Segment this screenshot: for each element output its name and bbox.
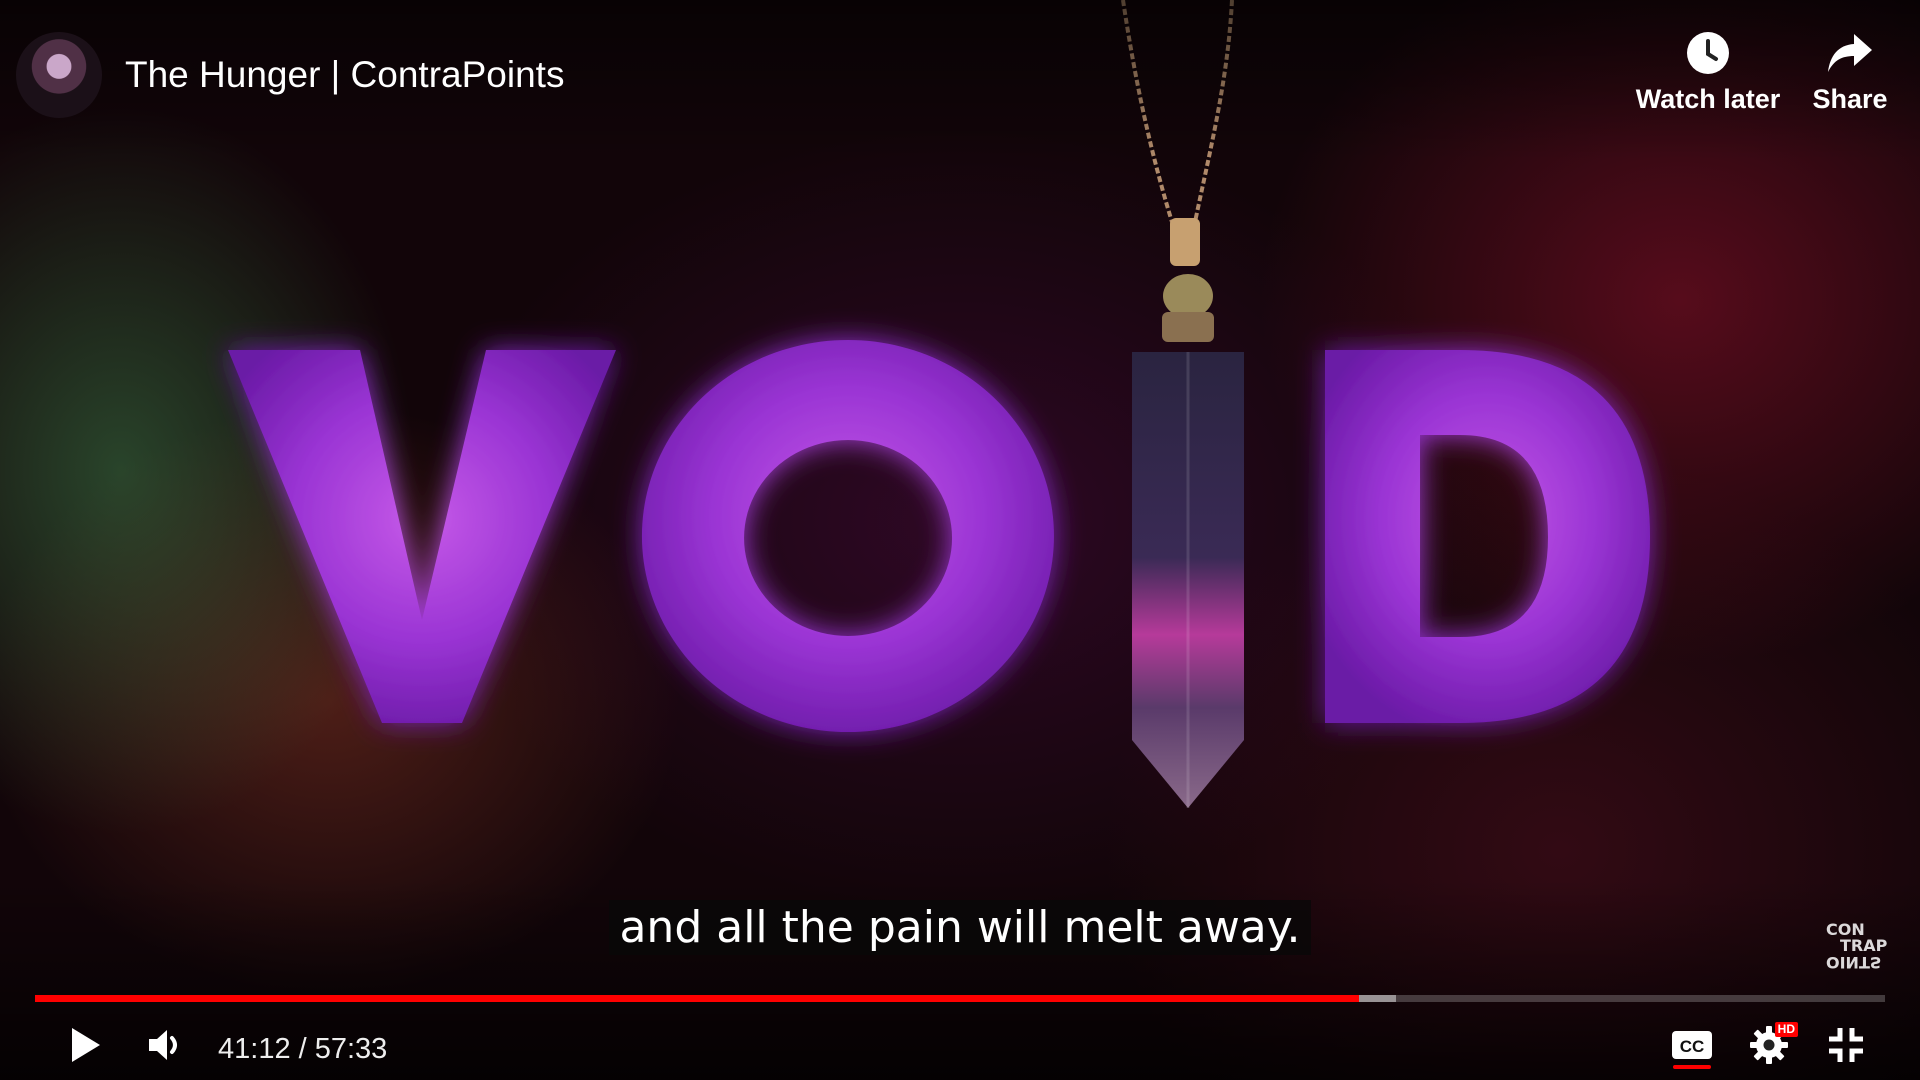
video-title[interactable]: The Hunger | ContraPoints	[125, 54, 564, 96]
exit-fullscreen-button[interactable]	[1822, 1020, 1870, 1070]
hd-badge: HD	[1774, 1022, 1798, 1037]
void-word-art	[228, 340, 1650, 733]
share-arrow-icon	[1828, 34, 1872, 72]
caption-text: and all the pain will melt away.	[609, 900, 1311, 955]
settings-button[interactable]: HD	[1742, 1020, 1798, 1070]
volume-icon	[149, 1030, 177, 1060]
clock-icon	[1687, 32, 1729, 74]
void-letter-v	[228, 350, 616, 723]
watch-later-label: Watch later	[1635, 84, 1781, 114]
progress-bar[interactable]	[35, 995, 1885, 1002]
channel-avatar[interactable]	[16, 32, 102, 118]
progress-played	[35, 995, 1359, 1002]
captions-button[interactable]: CC	[1666, 1020, 1718, 1070]
time-display: 41:12 / 57:33	[218, 1033, 388, 1065]
watermark-line-2: TRAP	[1840, 936, 1888, 955]
cc-icon: CC	[1672, 1031, 1712, 1059]
play-button[interactable]	[62, 1020, 110, 1070]
video-player[interactable]: The Hunger | ContraPoints Watch later Sh…	[0, 0, 1920, 1080]
player-controls: 41:12 / 57:33 CC HD	[0, 1010, 1920, 1080]
caption-window: and all the pain will melt away.	[0, 900, 1920, 955]
channel-watermark[interactable]: CON TRAP OINTS	[1826, 922, 1888, 976]
void-letter-d	[1325, 350, 1650, 723]
void-letter-o	[641, 340, 1054, 733]
share-label: Share	[1812, 84, 1888, 114]
svg-text:CC: CC	[1680, 1037, 1705, 1056]
captions-active-indicator	[1673, 1065, 1711, 1069]
play-icon	[72, 1028, 100, 1062]
exit-fullscreen-icon	[1829, 1028, 1863, 1062]
mute-button[interactable]	[146, 1020, 186, 1070]
watermark-line-3: OINTS	[1826, 953, 1882, 972]
share-button[interactable]: Share	[1770, 26, 1920, 115]
watch-later-button[interactable]: Watch later	[1628, 26, 1788, 115]
